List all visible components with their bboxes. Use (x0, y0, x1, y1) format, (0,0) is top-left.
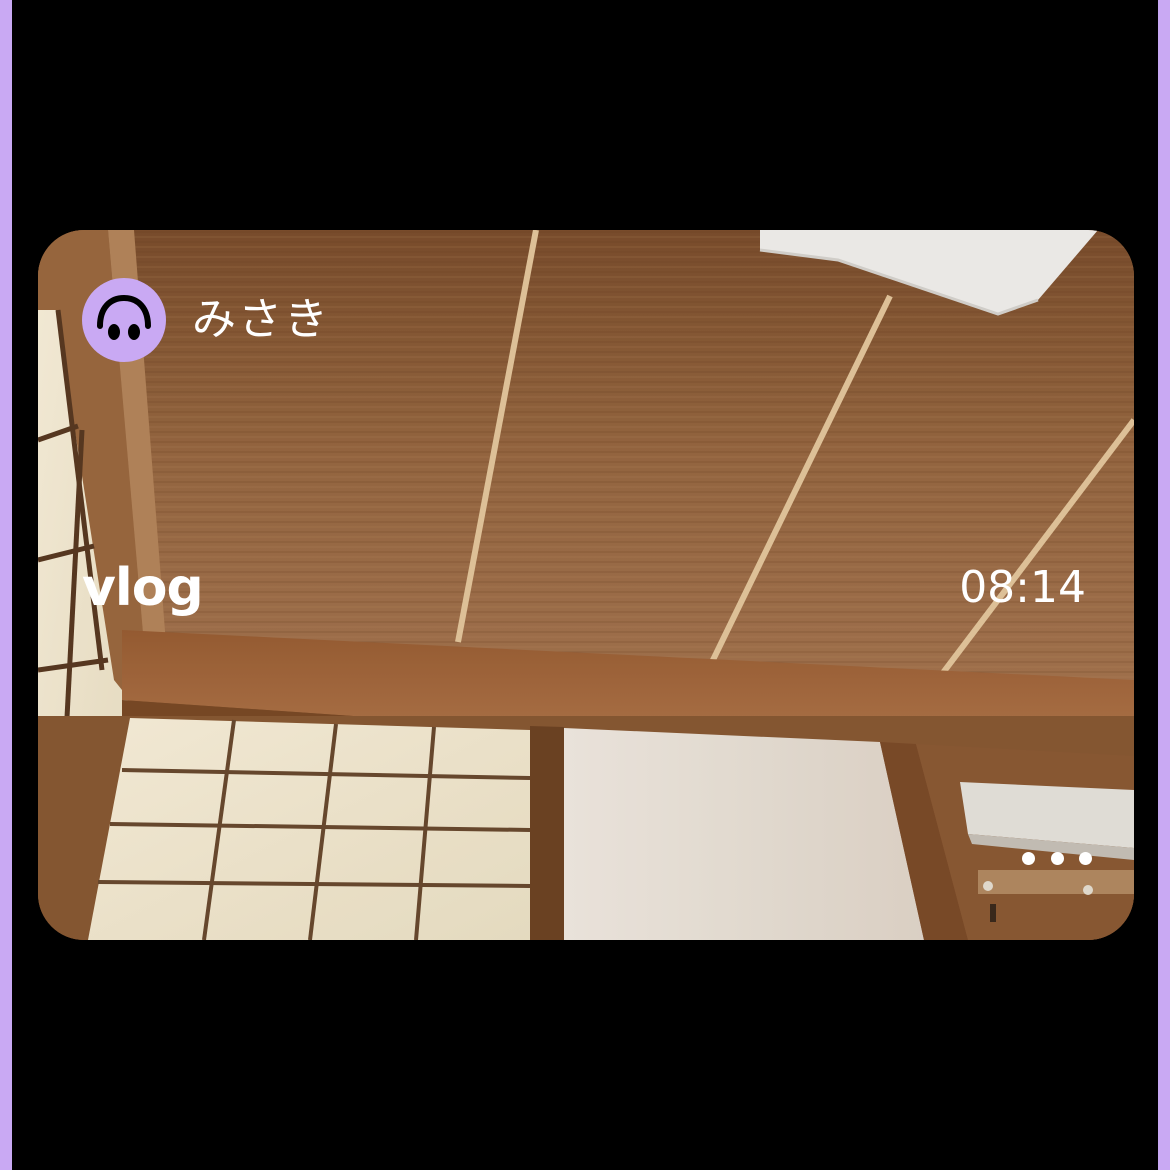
more-horizontal-icon (1022, 851, 1035, 865)
avatar[interactable] (82, 278, 166, 362)
more-horizontal-icon (1079, 851, 1092, 865)
username[interactable]: みさき (192, 292, 330, 348)
video-card[interactable]: みさき vlog 08:14 (38, 230, 1134, 940)
upside-down-smiley-icon (97, 294, 151, 340)
video-duration: 08:14 (959, 562, 1086, 613)
more-options-button[interactable] (1022, 840, 1092, 876)
more-horizontal-icon (1050, 851, 1064, 865)
video-title: vlog (82, 558, 204, 618)
